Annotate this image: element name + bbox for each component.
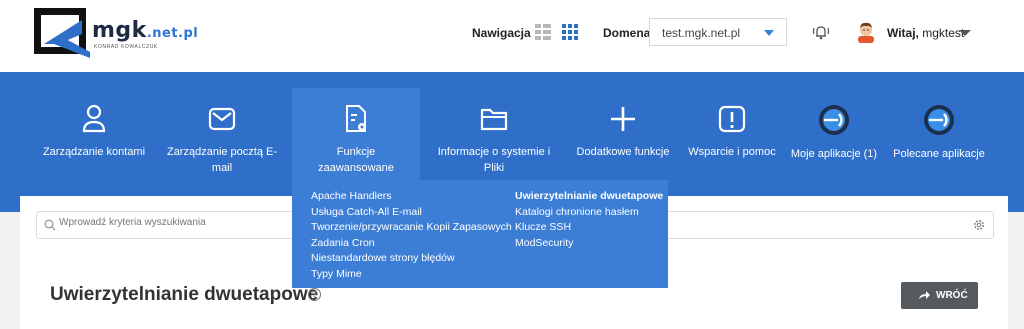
- navigation-label: Nawigacja: [472, 26, 531, 40]
- avatar[interactable]: [856, 21, 876, 43]
- app-circle-icon: [924, 105, 954, 135]
- domain-label: Domena: [603, 26, 651, 40]
- nav-item-recommended-apps[interactable]: Polecane aplikacje: [875, 88, 1003, 180]
- gear-icon[interactable]: [973, 219, 985, 231]
- logo-subtitle: KONRAD KOWALCZUK: [94, 44, 158, 50]
- back-button[interactable]: WRÓĆ: [901, 282, 978, 309]
- nav-item-label: Informacje o systemie i Pliki: [437, 146, 551, 174]
- document-gear-icon: [346, 105, 366, 132]
- nav-item-label: Zarządzanie kontami: [42, 146, 146, 158]
- logo[interactable]: mgk.net.pl KONRAD KOWALCZUK: [34, 8, 198, 60]
- menu-item-error-pages[interactable]: Niestandardowe strony błędów: [311, 251, 512, 267]
- logo-mark-icon: [34, 8, 90, 58]
- dropdown-column-2: Uwierzytelnianie dwuetapowe Katalogi chr…: [515, 189, 663, 251]
- menu-item-ssh-keys[interactable]: Klucze SSH: [515, 220, 663, 236]
- menu-item-backups[interactable]: Tworzenie/przywracanie Kopii Zapasowych: [311, 220, 512, 236]
- exclamation-icon: [718, 105, 746, 133]
- menu-item-cron-jobs[interactable]: Zadania Cron: [311, 236, 512, 252]
- folder-icon: [480, 108, 508, 131]
- bell-icon[interactable]: [811, 22, 831, 42]
- user-menu-chevron-icon[interactable]: [959, 30, 971, 36]
- menu-item-protected-dirs[interactable]: Katalogi chronione hasłem: [515, 205, 663, 221]
- top-bar: mgk.net.pl KONRAD KOWALCZUK Nawigacja Do…: [0, 0, 1024, 72]
- user-greeting[interactable]: Witaj, mgktest: [887, 26, 964, 40]
- menu-item-modsecurity[interactable]: ModSecurity: [515, 236, 663, 252]
- nav-item-email[interactable]: Zarządzanie pocztą E-mail: [158, 88, 286, 180]
- back-button-label: WRÓĆ: [936, 290, 968, 301]
- domain-value: test.mgk.net.pl: [662, 26, 741, 40]
- page-title: Uwierzytelnianie dwuetapowe: [50, 284, 319, 305]
- menu-item-mime-types[interactable]: Typy Mime: [311, 267, 512, 283]
- menu-item-two-factor-auth[interactable]: Uwierzytelnianie dwuetapowe: [515, 189, 663, 205]
- nav-item-label: Polecane aplikacje: [893, 148, 985, 160]
- search-icon: [44, 219, 56, 231]
- logo-brand: mgk.net.pl: [92, 18, 199, 43]
- menu-item-apache-handlers[interactable]: Apache Handlers: [311, 189, 512, 205]
- list-view-icon[interactable]: [535, 24, 551, 40]
- tile-view-icon[interactable]: [562, 24, 578, 40]
- nav-item-label: Zarządzanie pocztą E-mail: [166, 146, 278, 174]
- envelope-icon: [208, 107, 236, 131]
- nav-item-accounts[interactable]: Zarządzanie kontami: [30, 88, 158, 180]
- user-icon: [82, 104, 106, 133]
- app-circle-icon: [819, 105, 849, 135]
- nav-item-label: Funkcje zaawansowane: [318, 146, 394, 174]
- nav-item-advanced-features[interactable]: Funkcje zaawansowane: [292, 88, 420, 180]
- share-arrow-icon: [919, 291, 930, 299]
- domain-select[interactable]: test.mgk.net.pl: [649, 18, 787, 46]
- chevron-down-icon: [764, 30, 774, 36]
- plus-icon: [611, 107, 635, 131]
- menu-item-catch-all-email[interactable]: Usługa Catch-All E-mail: [311, 205, 512, 221]
- advanced-features-dropdown: Apache Handlers Usługa Catch-All E-mail …: [292, 180, 668, 288]
- help-icon[interactable]: ?: [308, 288, 321, 301]
- dropdown-column-1: Apache Handlers Usługa Catch-All E-mail …: [311, 189, 512, 282]
- nav-item-system-info[interactable]: Informacje o systemie i Pliki: [430, 88, 558, 180]
- search-input[interactable]: [59, 217, 319, 228]
